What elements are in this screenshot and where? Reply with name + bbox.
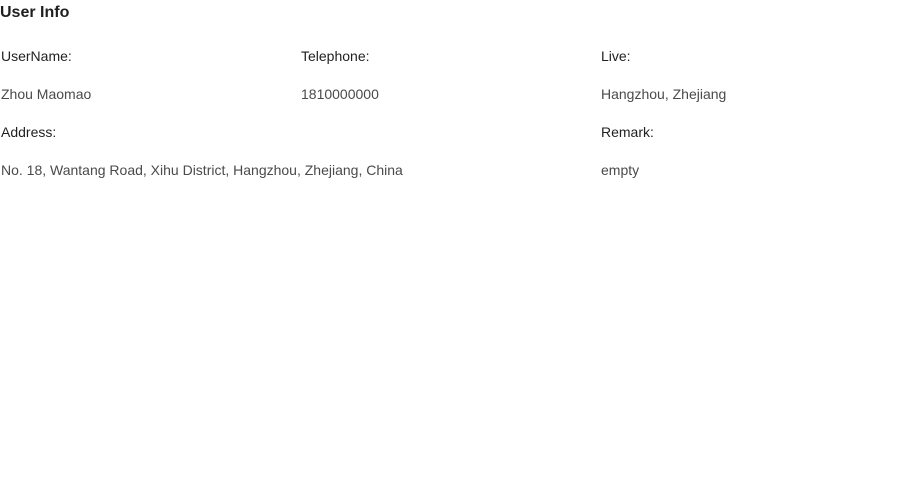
telephone-value: 1810000000 — [301, 86, 379, 102]
descriptions-title: User Info — [0, 4, 70, 21]
remark-value: empty — [601, 162, 640, 178]
address-value: No. 18, Wantang Road, Xihu District, Han… — [1, 162, 403, 178]
username-value: Zhou Maomao — [1, 86, 92, 102]
telephone-label: Telephone: — [301, 48, 370, 64]
username-label: UserName: — [1, 48, 72, 64]
live-value: Hangzhou, Zhejiang — [601, 86, 727, 102]
address-label: Address: — [1, 124, 57, 140]
remark-label: Remark: — [601, 124, 654, 140]
live-label: Live: — [601, 48, 631, 64]
user-info-descriptions: User Info UserName: Zhou Maomao Telephon… — [0, 0, 900, 500]
